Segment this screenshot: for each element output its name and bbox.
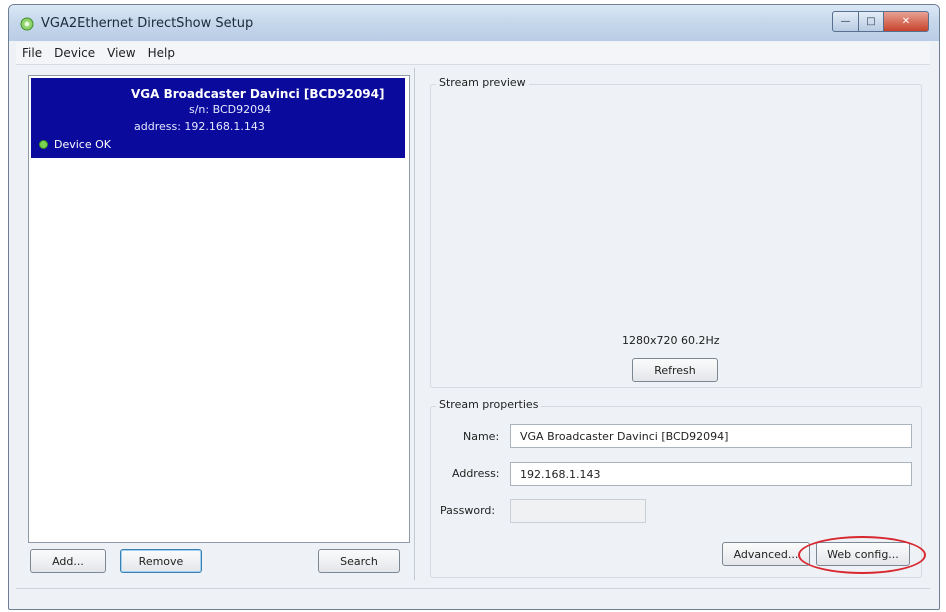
pane-divider[interactable] [414, 68, 415, 580]
caption-buttons: — □ ✕ [832, 11, 929, 32]
device-status: Device OK [39, 138, 111, 151]
device-status-text: Device OK [54, 138, 111, 151]
address-label: Address: [452, 467, 500, 480]
device-address: address: 192.168.1.143 [134, 120, 265, 133]
stream-preview-label: Stream preview [436, 76, 529, 89]
name-label: Name: [463, 430, 500, 443]
menu-device[interactable]: Device [54, 46, 95, 60]
close-button[interactable]: ✕ [884, 11, 929, 32]
add-button[interactable]: Add... [30, 549, 106, 573]
menu-file[interactable]: File [22, 46, 42, 60]
status-ok-icon [39, 140, 48, 149]
app-icon [20, 17, 34, 31]
window-title: VGA2Ethernet DirectShow Setup [41, 16, 254, 31]
status-bar [16, 588, 930, 607]
stream-resolution: 1280x720 60.2Hz [622, 334, 720, 347]
remove-button[interactable]: Remove [120, 549, 202, 573]
close-icon: ✕ [901, 16, 911, 27]
minimize-icon: — [840, 16, 851, 27]
refresh-button[interactable]: Refresh [632, 358, 718, 382]
menu-help[interactable]: Help [148, 46, 175, 60]
title-bar: VGA2Ethernet DirectShow Setup — □ ✕ [9, 5, 939, 41]
stream-properties-label: Stream properties [436, 398, 542, 411]
menu-bar: File Device View Help [16, 42, 930, 65]
name-field[interactable]: VGA Broadcaster Davinci [BCD92094] [510, 424, 912, 448]
password-label: Password: [440, 504, 496, 517]
advanced-button[interactable]: Advanced... [722, 542, 810, 566]
search-button[interactable]: Search [318, 549, 400, 573]
password-field[interactable] [510, 499, 646, 523]
web-config-button[interactable]: Web config... [816, 542, 910, 566]
device-serial: s/n: BCD92094 [189, 103, 272, 116]
device-list[interactable]: VGA Broadcaster Davinci [BCD92094] s/n: … [28, 75, 410, 543]
device-name: VGA Broadcaster Davinci [BCD92094] [131, 87, 385, 101]
maximize-icon: □ [866, 16, 876, 27]
device-list-item[interactable]: VGA Broadcaster Davinci [BCD92094] s/n: … [31, 78, 405, 158]
menu-view[interactable]: View [107, 46, 135, 60]
address-field[interactable]: 192.168.1.143 [510, 462, 912, 486]
minimize-button[interactable]: — [832, 11, 859, 32]
maximize-button[interactable]: □ [859, 11, 884, 32]
